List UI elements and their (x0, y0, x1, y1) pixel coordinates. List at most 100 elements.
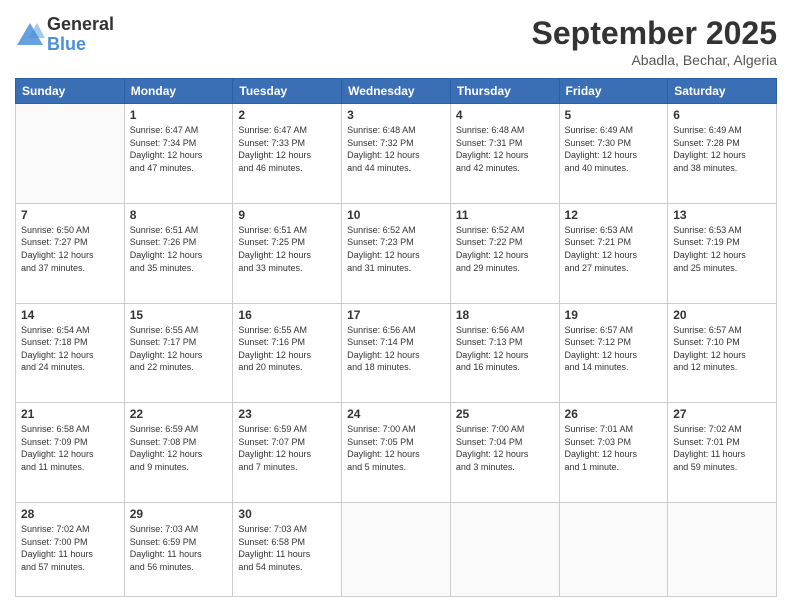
title-area: September 2025 Abadla, Bechar, Algeria (532, 15, 777, 68)
table-row: 13 Sunrise: 6:53 AMSunset: 7:19 PMDayligh… (668, 203, 777, 303)
day-info: Sunrise: 6:55 AMSunset: 7:17 PMDaylight:… (130, 324, 228, 374)
table-row: 20 Sunrise: 6:57 AMSunset: 7:10 PMDayligh… (668, 303, 777, 403)
day-number: 17 (347, 308, 445, 322)
day-number: 12 (565, 208, 663, 222)
day-number: 16 (238, 308, 336, 322)
table-row: 18 Sunrise: 6:56 AMSunset: 7:13 PMDayligh… (450, 303, 559, 403)
day-number: 22 (130, 407, 228, 421)
day-info: Sunrise: 6:48 AMSunset: 7:32 PMDaylight:… (347, 124, 445, 174)
day-number: 5 (565, 108, 663, 122)
table-row: 22 Sunrise: 6:59 AMSunset: 7:08 PMDayligh… (124, 403, 233, 503)
day-info: Sunrise: 7:02 AMSunset: 7:00 PMDaylight:… (21, 523, 119, 573)
table-row (668, 503, 777, 597)
table-row: 28 Sunrise: 7:02 AMSunset: 7:00 PMDayligh… (16, 503, 125, 597)
day-info: Sunrise: 6:53 AMSunset: 7:19 PMDaylight:… (673, 224, 771, 274)
day-info: Sunrise: 7:01 AMSunset: 7:03 PMDaylight:… (565, 423, 663, 473)
day-info: Sunrise: 6:59 AMSunset: 7:08 PMDaylight:… (130, 423, 228, 473)
day-info: Sunrise: 6:57 AMSunset: 7:12 PMDaylight:… (565, 324, 663, 374)
page: General Blue September 2025 Abadla, Bech… (0, 0, 792, 612)
header: General Blue September 2025 Abadla, Bech… (15, 15, 777, 68)
table-row: 26 Sunrise: 7:01 AMSunset: 7:03 PMDayligh… (559, 403, 668, 503)
day-number: 7 (21, 208, 119, 222)
col-monday: Monday (124, 79, 233, 104)
col-wednesday: Wednesday (342, 79, 451, 104)
table-row: 7 Sunrise: 6:50 AMSunset: 7:27 PMDaylight… (16, 203, 125, 303)
day-info: Sunrise: 6:55 AMSunset: 7:16 PMDaylight:… (238, 324, 336, 374)
table-row: 5 Sunrise: 6:49 AMSunset: 7:30 PMDaylight… (559, 104, 668, 204)
table-row: 23Sunrise: 6:59 AMSunset: 7:07 PMDayligh… (233, 403, 342, 503)
day-number: 25 (456, 407, 554, 421)
day-info: Sunrise: 7:02 AMSunset: 7:01 PMDaylight:… (673, 423, 771, 473)
table-row: 17 Sunrise: 6:56 AMSunset: 7:14 PMDayligh… (342, 303, 451, 403)
day-info: Sunrise: 6:58 AMSunset: 7:09 PMDaylight:… (21, 423, 119, 473)
day-info: Sunrise: 6:51 AMSunset: 7:26 PMDaylight:… (130, 224, 228, 274)
day-info: Sunrise: 6:49 AMSunset: 7:30 PMDaylight:… (565, 124, 663, 174)
day-info: Sunrise: 6:53 AMSunset: 7:21 PMDaylight:… (565, 224, 663, 274)
day-number: 29 (130, 507, 228, 521)
table-row: 27 Sunrise: 7:02 AMSunset: 7:01 PMDayligh… (668, 403, 777, 503)
calendar-table: Sunday Monday Tuesday Wednesday Thursday… (15, 78, 777, 597)
table-row: 15 Sunrise: 6:55 AMSunset: 7:17 PMDayligh… (124, 303, 233, 403)
day-number: 1 (130, 108, 228, 122)
day-number: 20 (673, 308, 771, 322)
day-number: 11 (456, 208, 554, 222)
day-info: Sunrise: 6:47 AMSunset: 7:33 PMDaylight:… (238, 124, 336, 174)
table-row: 29Sunrise: 7:03 AMSunset: 6:59 PMDayligh… (124, 503, 233, 597)
day-number: 9 (238, 208, 336, 222)
day-info: Sunrise: 6:48 AMSunset: 7:31 PMDaylight:… (456, 124, 554, 174)
day-number: 2 (238, 108, 336, 122)
table-row: 1 Sunrise: 6:47 AMSunset: 7:34 PMDaylight… (124, 104, 233, 204)
col-tuesday: Tuesday (233, 79, 342, 104)
day-info: Sunrise: 6:50 AMSunset: 7:27 PMDaylight:… (21, 224, 119, 274)
day-info: Sunrise: 7:00 AMSunset: 7:04 PMDaylight:… (456, 423, 554, 473)
day-number: 27 (673, 407, 771, 421)
day-info: Sunrise: 6:47 AMSunset: 7:34 PMDaylight:… (130, 124, 228, 174)
day-number: 10 (347, 208, 445, 222)
day-info: Sunrise: 6:52 AMSunset: 7:23 PMDaylight:… (347, 224, 445, 274)
day-number: 18 (456, 308, 554, 322)
table-row: 25 Sunrise: 7:00 AMSunset: 7:04 PMDayligh… (450, 403, 559, 503)
day-number: 14 (21, 308, 119, 322)
table-row: 24Sunrise: 7:00 AMSunset: 7:05 PMDayligh… (342, 403, 451, 503)
table-row: 9 Sunrise: 6:51 AMSunset: 7:25 PMDaylight… (233, 203, 342, 303)
day-info: Sunrise: 6:51 AMSunset: 7:25 PMDaylight:… (238, 224, 336, 274)
table-row (450, 503, 559, 597)
day-info: Sunrise: 7:00 AMSunset: 7:05 PMDaylight:… (347, 423, 445, 473)
logo-general-text: General (47, 15, 114, 35)
day-number: 4 (456, 108, 554, 122)
day-number: 13 (673, 208, 771, 222)
logo-icon (15, 20, 45, 50)
location-subtitle: Abadla, Bechar, Algeria (532, 52, 777, 68)
table-row: 11 Sunrise: 6:52 AMSunset: 7:22 PMDayligh… (450, 203, 559, 303)
day-number: 8 (130, 208, 228, 222)
day-number: 26 (565, 407, 663, 421)
day-info: Sunrise: 6:56 AMSunset: 7:13 PMDaylight:… (456, 324, 554, 374)
col-saturday: Saturday (668, 79, 777, 104)
day-info: Sunrise: 6:56 AMSunset: 7:14 PMDaylight:… (347, 324, 445, 374)
table-row: 21 Sunrise: 6:58 AMSunset: 7:09 PMDayligh… (16, 403, 125, 503)
day-info: Sunrise: 6:52 AMSunset: 7:22 PMDaylight:… (456, 224, 554, 274)
table-row: 2 Sunrise: 6:47 AMSunset: 7:33 PMDaylight… (233, 104, 342, 204)
table-row: 12 Sunrise: 6:53 AMSunset: 7:21 PMDayligh… (559, 203, 668, 303)
day-info: Sunrise: 6:49 AMSunset: 7:28 PMDaylight:… (673, 124, 771, 174)
table-row: 30Sunrise: 7:03 AMSunset: 6:58 PMDayligh… (233, 503, 342, 597)
day-info: Sunrise: 7:03 AMSunset: 6:58 PMDaylight:… (238, 523, 336, 573)
table-row (16, 104, 125, 204)
table-row: 14Sunrise: 6:54 AMSunset: 7:18 PMDayligh… (16, 303, 125, 403)
col-sunday: Sunday (16, 79, 125, 104)
table-row: 4 Sunrise: 6:48 AMSunset: 7:31 PMDaylight… (450, 104, 559, 204)
header-row: Sunday Monday Tuesday Wednesday Thursday… (16, 79, 777, 104)
logo-text: General Blue (47, 15, 114, 55)
day-number: 15 (130, 308, 228, 322)
table-row: 19Sunrise: 6:57 AMSunset: 7:12 PMDayligh… (559, 303, 668, 403)
table-row: 10 Sunrise: 6:52 AMSunset: 7:23 PMDayligh… (342, 203, 451, 303)
table-row: 3 Sunrise: 6:48 AMSunset: 7:32 PMDaylight… (342, 104, 451, 204)
day-number: 28 (21, 507, 119, 521)
day-info: Sunrise: 6:57 AMSunset: 7:10 PMDaylight:… (673, 324, 771, 374)
col-thursday: Thursday (450, 79, 559, 104)
logo-blue-text: Blue (47, 35, 114, 55)
day-number: 6 (673, 108, 771, 122)
day-number: 21 (21, 407, 119, 421)
day-number: 3 (347, 108, 445, 122)
table-row: 16 Sunrise: 6:55 AMSunset: 7:16 PMDayligh… (233, 303, 342, 403)
